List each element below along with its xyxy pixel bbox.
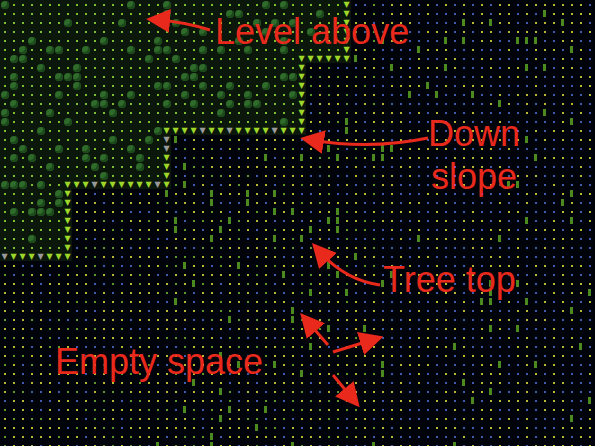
- game-screen: ▼▼▼▼▼▼▼▼▼▼▼▼▼▼▼▼▼▼▼▼▼▼▼▼▼▼▼▼▼▼▼▼▼▼▼▼▼▼▼▼…: [0, 0, 595, 446]
